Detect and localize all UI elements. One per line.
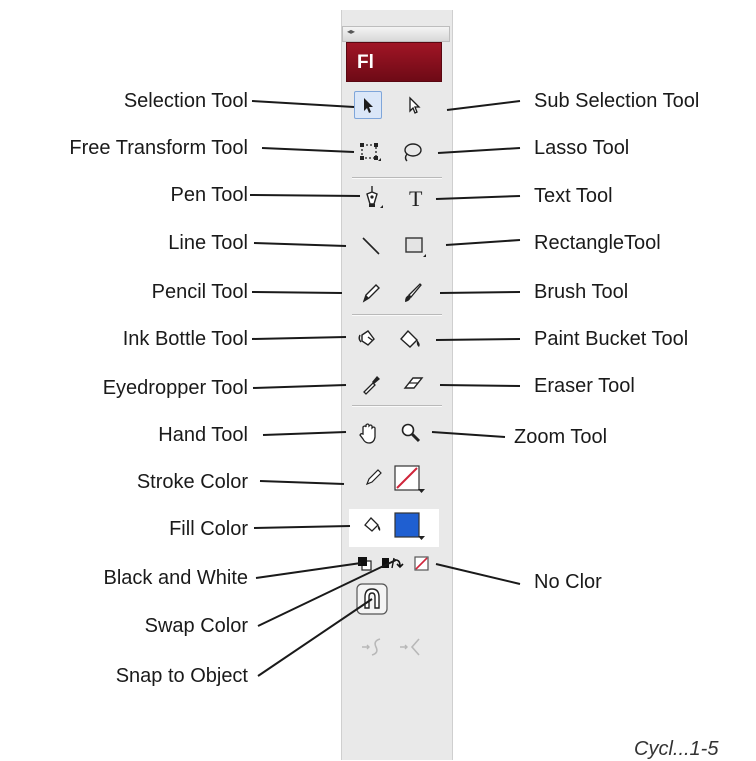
label-eraser-tool: Eraser Tool xyxy=(534,375,635,397)
figure-caption: Cycl...1-5 xyxy=(634,738,719,760)
label-sub-selection-tool: Sub Selection Tool xyxy=(534,90,700,112)
label-selection-tool: Selection Tool xyxy=(123,90,248,112)
label-pen-tool: Pen Tool xyxy=(170,184,248,206)
label-text-tool: Text Tool xyxy=(534,185,613,207)
label-pencil-tool: Pencil Tool xyxy=(151,281,248,303)
label-black-and-white: Black and White xyxy=(103,567,248,589)
label-eyedropper-tool: Eyedropper Tool xyxy=(102,377,248,399)
label-zoom-tool: Zoom Tool xyxy=(514,426,608,448)
label-hand-tool: Hand Tool xyxy=(158,424,248,446)
label-rectangle-tool: RectangleTool xyxy=(534,232,661,254)
label-free-transform-tool: Free Transform Tool xyxy=(69,137,248,159)
label-paint-bucket-tool: Paint Bucket Tool xyxy=(534,328,689,350)
label-lasso-tool: Lasso Tool xyxy=(534,137,630,159)
label-swap-color: Swap Color xyxy=(144,615,248,637)
label-no-color: No Clor xyxy=(534,571,602,593)
label-brush-tool: Brush Tool xyxy=(534,281,629,303)
label-fill-color: Fill Color xyxy=(169,518,248,540)
label-stroke-color: Stroke Color xyxy=(136,471,248,493)
label-snap-to-object: Snap to Object xyxy=(115,665,248,687)
label-line-tool: Line Tool xyxy=(168,232,248,254)
label-ink-bottle-tool: Ink Bottle Tool xyxy=(122,328,248,350)
